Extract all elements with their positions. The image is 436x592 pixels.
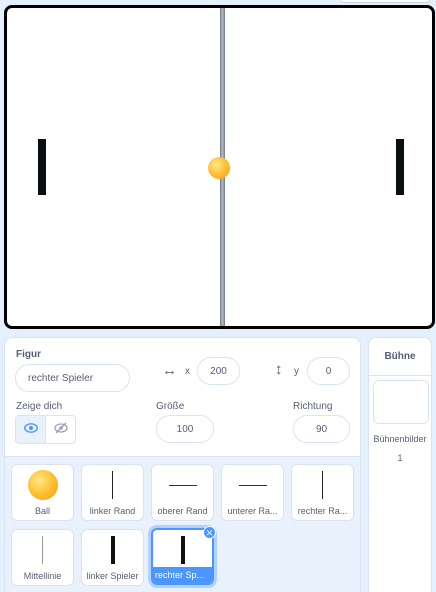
- stage-selector-panel[interactable]: Bühne Bühnenbilder 1: [368, 337, 432, 592]
- y-position-input[interactable]: 0: [307, 357, 350, 385]
- thin-line-icon: [12, 533, 73, 567]
- direction-label: Richtung: [293, 401, 333, 412]
- horizontal-arrows-icon: ↔: [162, 362, 177, 379]
- sprite-tile-label: rechter Sp...: [153, 567, 212, 583]
- sprite-name-input[interactable]: rechter Spieler: [15, 364, 130, 392]
- sprite-tile-rechter-spieler[interactable]: rechter Sp... ✕: [151, 526, 216, 585]
- stage-canvas[interactable]: [4, 5, 435, 329]
- eye-off-icon: [53, 422, 68, 437]
- direction-input[interactable]: 90: [293, 415, 350, 443]
- size-input[interactable]: 100: [156, 415, 214, 443]
- sprite-info-panel: Figur rechter Spieler ↔ x 200 ↕ y 0 Zeig…: [4, 337, 361, 592]
- sprite-info: Figur rechter Spieler ↔ x 200 ↕ y 0 Zeig…: [5, 338, 360, 456]
- sprite-tile-label: linker Spieler: [86, 571, 139, 581]
- y-label: y: [294, 366, 299, 377]
- x-label: x: [185, 366, 190, 377]
- left-paddle-sprite[interactable]: [38, 139, 46, 195]
- sprite-tile-label: oberer Rand: [157, 506, 208, 516]
- top-toolbar-edge: [340, 0, 430, 3]
- hide-button[interactable]: [46, 416, 75, 443]
- x-position-input[interactable]: 200: [197, 357, 240, 385]
- stage-area[interactable]: [7, 8, 432, 326]
- horizontal-line-icon: [152, 468, 213, 502]
- sprite-tile-oberer-rand[interactable]: oberer Rand: [151, 464, 214, 521]
- backdrops-count: 1: [397, 453, 403, 463]
- right-paddle-sprite[interactable]: [396, 139, 404, 195]
- visibility-toggle: [15, 415, 76, 444]
- delete-sprite-button[interactable]: ✕: [203, 526, 216, 539]
- vertical-arrows-icon: ↕: [275, 361, 283, 378]
- paddle-icon: [82, 533, 143, 567]
- size-label: Größe: [156, 401, 185, 412]
- show-button[interactable]: [16, 416, 46, 443]
- show-label: Zeige dich: [16, 401, 63, 412]
- sprite-tile-linker-rand[interactable]: linker Rand: [81, 464, 144, 521]
- sprite-tile-label: Mittellinie: [23, 571, 62, 581]
- sprite-tile-rechter-rand[interactable]: rechter Ra...: [291, 464, 354, 521]
- vertical-line-icon: [292, 468, 353, 502]
- sprite-tile-label: Ball: [34, 506, 50, 516]
- sprite-tile-mittellinie[interactable]: Mittellinie: [11, 529, 74, 586]
- sprite-tile-linker-spieler[interactable]: linker Spieler: [81, 529, 144, 586]
- backdrops-label: Bühnenbilder: [373, 434, 427, 444]
- eye-icon: [23, 423, 38, 436]
- sprite-tile-label: rechter Ra...: [297, 506, 348, 516]
- sprite-tile-ball[interactable]: Ball: [11, 464, 74, 521]
- sprite-tile-unterer-rand[interactable]: unterer Ra...: [221, 464, 284, 521]
- ball-icon: [12, 468, 73, 502]
- paddle-icon: [153, 533, 212, 567]
- horizontal-line-icon: [222, 468, 283, 502]
- stage-thumbnail[interactable]: [373, 380, 429, 424]
- vertical-line-icon: [82, 468, 143, 502]
- stage-panel-title: Bühne: [369, 338, 431, 376]
- ball-sprite[interactable]: [208, 157, 230, 179]
- sprite-tile-label: unterer Ra...: [227, 506, 278, 516]
- sprite-list: Ball linker Rand oberer Rand unterer Ra.…: [5, 456, 360, 592]
- sprite-section-label: Figur: [16, 349, 41, 360]
- sprite-tile-label: linker Rand: [89, 506, 136, 516]
